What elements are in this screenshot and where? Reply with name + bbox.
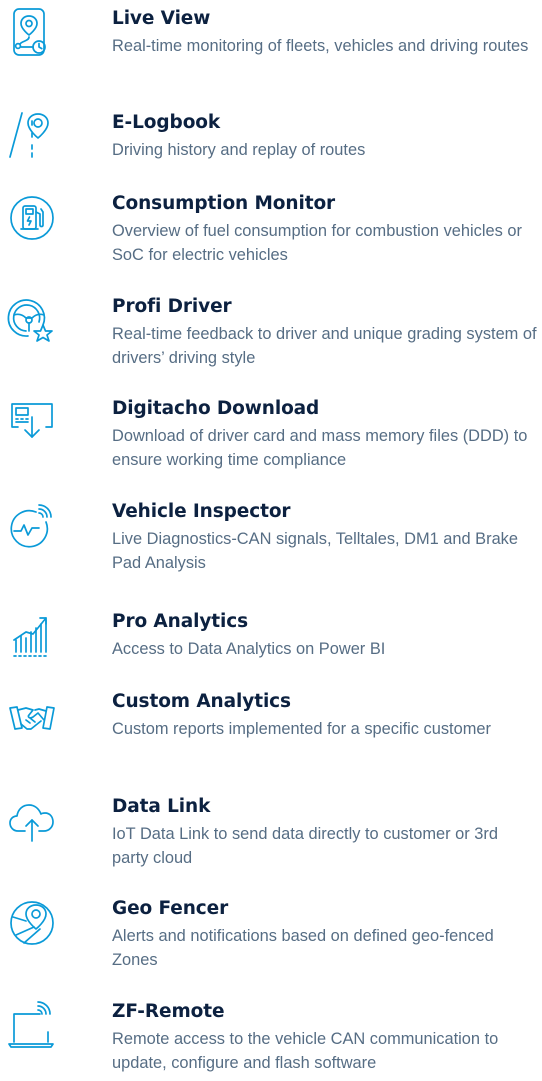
feature-description: Remote access to the vehicle CAN communi… [112, 1030, 499, 1072]
feature-description: IoT Data Link to send data directly to c… [112, 825, 498, 867]
feature-description: Custom reports implemented for a specifi… [112, 720, 491, 738]
feature-title: Pro Analytics [112, 611, 249, 632]
feature-title: Geo Fencer [112, 898, 229, 919]
bar-chart-growth-icon [6, 610, 58, 662]
feature-title: Vehicle Inspector [112, 501, 291, 522]
feature-description: Live Diagnostics-CAN signals, Telltales,… [112, 530, 518, 572]
geofence-pin-icon [6, 897, 58, 949]
steering-wheel-star-icon [6, 295, 58, 347]
feature-description: Access to Data Analytics on Power BI [112, 640, 386, 658]
feature-title: Profi Driver [112, 296, 232, 317]
cloud-upload-icon [6, 795, 58, 847]
feature-description: Overview of fuel consumption for combust… [112, 222, 522, 264]
diagnostics-signal-icon [6, 500, 58, 552]
fuel-pump-icon [6, 192, 58, 244]
feature-title: Digitacho Download [112, 398, 320, 419]
route-map-pin-icon [6, 7, 58, 59]
feature-title: Data Link [112, 796, 211, 817]
laptop-remote-signal-icon [6, 1000, 58, 1052]
handshake-icon [6, 690, 58, 742]
feature-title: E-Logbook [112, 112, 221, 133]
road-location-pin-icon [6, 111, 58, 163]
feature-description: Real-time monitoring of fleets, vehicles… [112, 37, 529, 55]
feature-title: Live View [112, 8, 211, 29]
feature-title: ZF-Remote [112, 1001, 225, 1022]
card-download-icon [6, 397, 58, 449]
feature-title: Custom Analytics [112, 691, 291, 712]
feature-description: Real-time feedback to driver and unique … [112, 325, 537, 367]
feature-title: Consumption Monitor [112, 193, 336, 214]
feature-description: Download of driver card and mass memory … [112, 427, 528, 469]
feature-description: Driving history and replay of routes [112, 141, 366, 159]
feature-description: Alerts and notifications based on define… [112, 927, 494, 969]
